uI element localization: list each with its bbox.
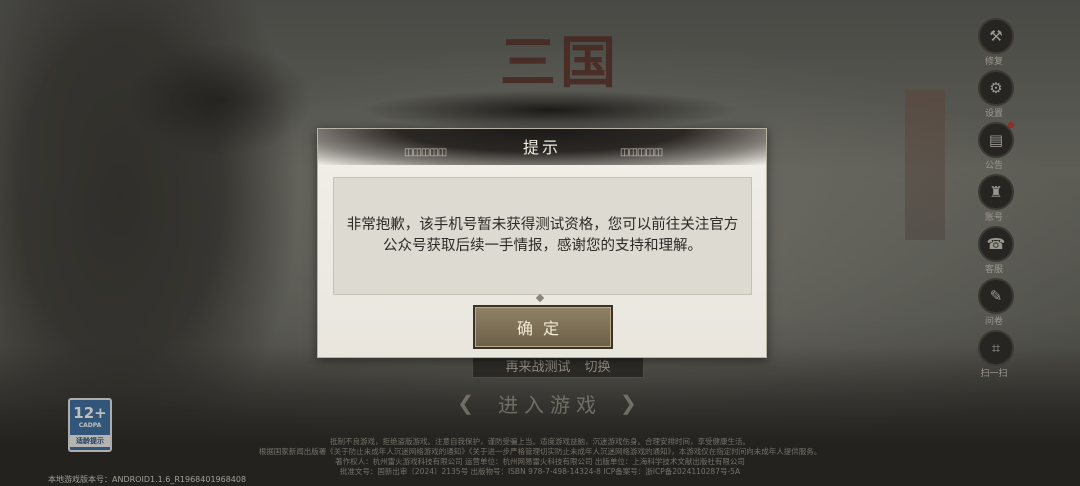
dialog-message-box: 非常抱歉，该手机号暂未获得测试资格，您可以前往关注官方公众号获取后续一手情报，感… <box>333 177 752 295</box>
notice-dialog: ◫◫◫◫◫ ◫◫◫◫◫ 提示 非常抱歉，该手机号暂未获得测试资格，您可以前往关注… <box>317 128 767 358</box>
divider-diamond-icon <box>535 293 545 303</box>
confirm-label: 确定 <box>516 319 569 338</box>
confirm-button[interactable]: 确定 <box>473 305 613 349</box>
dialog-message: 非常抱歉，该手机号暂未获得测试资格，您可以前往关注官方公众号获取后续一手情报，感… <box>346 217 739 254</box>
dialog-title: 提示 <box>522 138 561 157</box>
